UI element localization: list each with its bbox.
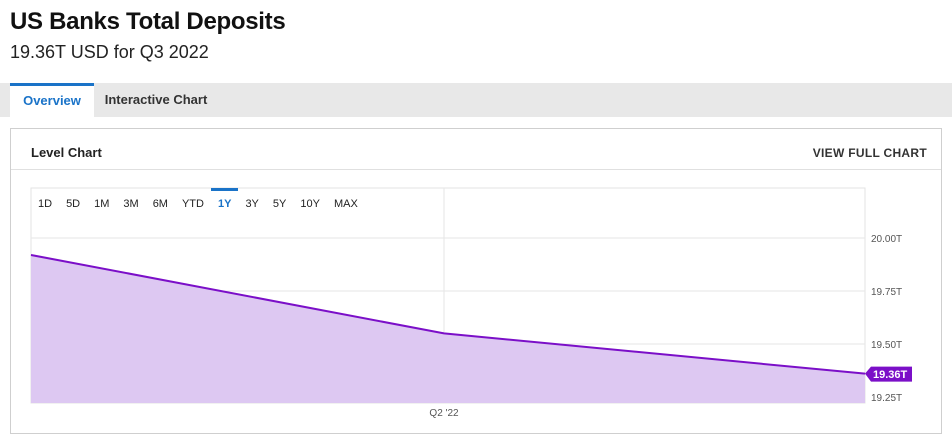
x-tick-label: Q2 '22 (429, 408, 459, 419)
range-10y[interactable]: 10Y (293, 188, 327, 218)
range-5d[interactable]: 5D (59, 188, 87, 218)
area-fill (31, 254, 865, 403)
range-1y[interactable]: 1Y (210, 188, 239, 218)
range-6m[interactable]: 6M (146, 188, 175, 218)
range-1m[interactable]: 1M (87, 188, 116, 218)
time-range-selector: 1D 5D 1M 3M 6M YTD 1Y 3Y 5Y 10Y MAX (31, 188, 365, 218)
range-3y[interactable]: 3Y (238, 188, 265, 218)
y-tick-label: 19.50T (871, 340, 902, 351)
range-1d[interactable]: 1D (31, 188, 59, 218)
y-tick-label: 19.75T (871, 287, 902, 298)
range-max[interactable]: MAX (327, 188, 365, 218)
y-tick-label: 19.25T (871, 393, 902, 404)
level-chart: 20.00T 19.75T 19.50T 19.25T Q2 '22 19.36T (30, 187, 912, 419)
range-5y[interactable]: 5Y (266, 188, 293, 218)
range-3m[interactable]: 3M (116, 188, 145, 218)
range-ytd[interactable]: YTD (175, 188, 211, 218)
y-tick-label: 20.00T (871, 234, 902, 245)
last-value-label: 19.36T (873, 369, 908, 381)
